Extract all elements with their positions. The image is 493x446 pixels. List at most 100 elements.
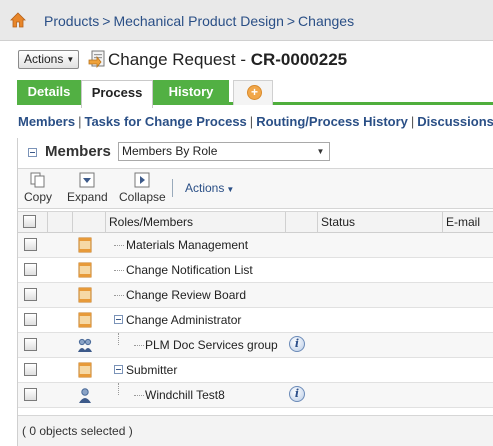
copy-button[interactable]: Copy — [24, 172, 52, 204]
select-all-cell — [18, 212, 48, 233]
change-request-icon — [88, 50, 105, 68]
member-name: Change Review Board — [126, 288, 247, 302]
column-header-roles-members[interactable]: Roles/Members — [106, 212, 286, 233]
expand-icon — [79, 172, 95, 188]
row-checkbox[interactable] — [24, 313, 37, 326]
toolbar-divider — [172, 179, 173, 197]
member-name: Submitter — [126, 363, 178, 377]
header-info — [286, 212, 318, 233]
breadcrumb-mechanical-product-design[interactable]: Mechanical Product Design — [113, 13, 283, 29]
members-panel: Members Members By Role ▼ Copy Expand Co… — [17, 138, 493, 446]
table-row[interactable]: Change Administrator — [18, 308, 493, 333]
table-header: Roles/Members Status E-mail — [18, 211, 493, 233]
expand-label: Expand — [67, 190, 108, 204]
page-title-prefix: Change Request - — [108, 50, 251, 69]
group-icon — [78, 338, 92, 352]
row-checkbox[interactable] — [24, 288, 37, 301]
chevron-down-icon: ▼ — [316, 147, 325, 156]
page-title: Change Request - CR-0000225 — [108, 50, 347, 70]
subnav-routing-history-link[interactable]: Routing/Process History — [256, 114, 408, 129]
subnav-tasks-link[interactable]: Tasks for Change Process — [84, 114, 246, 129]
member-name: Change Administrator — [126, 313, 242, 327]
toolbar-actions-label: Actions — [185, 181, 225, 195]
table-row[interactable]: PLM Doc Services group i — [18, 333, 493, 358]
subnav-separator: | — [410, 114, 415, 129]
members-view-value: Members By Role — [122, 144, 218, 158]
members-title: Members — [45, 143, 111, 160]
tab-process[interactable]: Process — [81, 80, 153, 108]
member-name: Change Notification List — [126, 263, 253, 277]
tree-connector — [118, 383, 119, 395]
select-all-checkbox[interactable] — [23, 215, 36, 228]
collapse-node-icon[interactable] — [114, 315, 123, 324]
collapse-label: Collapse — [119, 190, 166, 204]
collapse-icon — [134, 172, 150, 188]
collapse-node-icon[interactable] — [114, 365, 123, 374]
table-row[interactable]: Change Review Board — [18, 283, 493, 308]
title-row: Actions ▼ Change Request - CR-0000225 — [0, 44, 493, 76]
table-row[interactable]: Windchill Test8 i — [18, 383, 493, 408]
copy-label: Copy — [24, 190, 53, 204]
plus-icon: + — [247, 85, 262, 100]
change-request-number: CR-0000225 — [250, 50, 348, 69]
process-subnav: Members | Tasks for Change Process | Routing… — [18, 114, 493, 129]
table-row[interactable]: Materials Management — [18, 233, 493, 258]
column-header-email[interactable]: E-mail — [443, 212, 493, 233]
row-checkbox[interactable] — [24, 388, 37, 401]
actions-menu-button[interactable]: Actions ▼ — [18, 50, 80, 69]
chevron-down-icon: ▼ — [66, 55, 75, 64]
breadcrumb-products[interactable]: Products — [44, 13, 99, 29]
member-name: Materials Management — [126, 238, 249, 252]
copy-icon — [30, 172, 45, 188]
info-icon[interactable]: i — [289, 336, 305, 352]
subnav-members-link[interactable]: Members — [18, 114, 75, 129]
row-checkbox[interactable] — [24, 263, 37, 276]
header-type — [73, 212, 106, 233]
tree-connector — [118, 333, 119, 345]
row-checkbox[interactable] — [24, 338, 37, 351]
expand-button[interactable]: Expand — [67, 172, 108, 204]
info-icon[interactable]: i — [289, 386, 305, 402]
row-checkbox[interactable] — [24, 238, 37, 251]
role-icon — [78, 262, 92, 278]
tab-history[interactable]: History — [153, 80, 229, 105]
collapse-section-icon[interactable] — [28, 148, 37, 157]
role-icon — [78, 362, 92, 378]
table-row[interactable]: Change Notification List — [18, 258, 493, 283]
tab-strip: Details Process History + — [17, 80, 493, 108]
breadcrumb-bar: Products > Mechanical Product Design > Chang… — [0, 0, 493, 41]
subnav-separator: | — [78, 114, 82, 129]
role-icon — [78, 237, 92, 253]
tree-connector — [114, 245, 124, 246]
subnav-discussions-link[interactable]: Discussions — [417, 114, 493, 129]
tab-details[interactable]: Details — [17, 80, 81, 105]
breadcrumb-changes[interactable]: Changes — [298, 13, 354, 29]
breadcrumb-separator: > — [286, 13, 296, 29]
breadcrumb: Products > Mechanical Product Design > Chang… — [44, 13, 354, 29]
table-row[interactable]: Submitter — [18, 358, 493, 383]
table-body: Materials Management Change Notification… — [18, 233, 493, 408]
member-name[interactable]: Windchill Test8 — [145, 388, 225, 402]
tree-connector — [134, 345, 144, 346]
column-header-status[interactable]: Status — [318, 212, 443, 233]
members-table: Roles/Members Status E-mail Materials Ma… — [18, 211, 493, 408]
row-checkbox[interactable] — [24, 363, 37, 376]
table-footer: ( 0 objects selected ) — [18, 415, 493, 446]
breadcrumb-separator: > — [102, 13, 111, 29]
role-icon — [78, 287, 92, 303]
tree-connector — [114, 270, 124, 271]
collapse-button[interactable]: Collapse — [119, 172, 166, 204]
add-tab-button[interactable]: + — [233, 80, 273, 105]
chevron-down-icon: ▼ — [226, 185, 235, 194]
selection-status: ( 0 objects selected ) — [22, 424, 133, 438]
subnav-separator: | — [249, 114, 254, 129]
members-view-select[interactable]: Members By Role ▼ — [118, 142, 330, 161]
tree-connector — [114, 295, 124, 296]
member-name[interactable]: PLM Doc Services group — [145, 338, 278, 352]
actions-menu-label: Actions — [24, 52, 64, 66]
members-toolbar: Copy Expand Collapse Actions ▼ — [18, 168, 493, 209]
tree-connector — [134, 395, 144, 396]
toolbar-actions-menu[interactable]: Actions ▼ — [185, 181, 234, 195]
header-blank — [48, 212, 73, 233]
home-icon[interactable] — [10, 12, 26, 28]
